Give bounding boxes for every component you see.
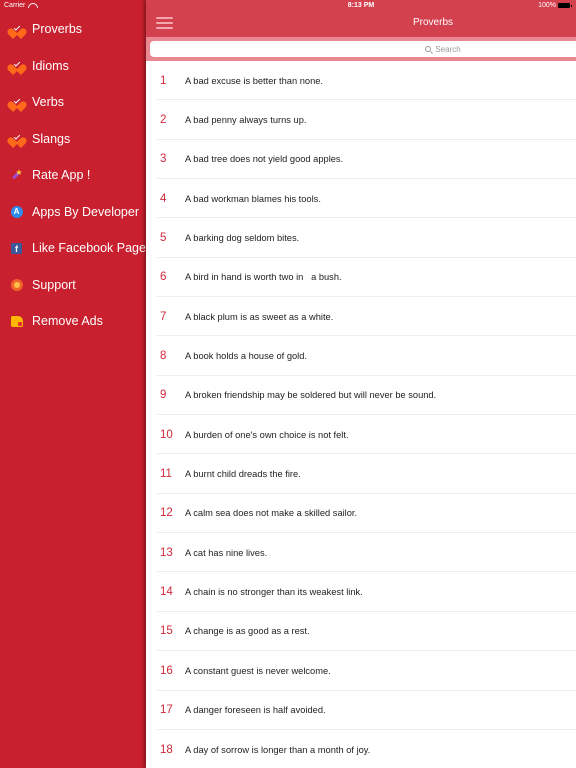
proverb-number: 8 xyxy=(160,350,167,363)
search-bar: Search xyxy=(146,37,576,61)
proverb-number: 15 xyxy=(160,625,173,638)
search-input[interactable]: Search xyxy=(150,41,576,57)
battery-icon xyxy=(558,3,572,8)
proverb-number: 18 xyxy=(160,743,173,756)
remove-ads-icon xyxy=(10,315,23,328)
sidebar-item-remove-ads[interactable]: Remove Ads xyxy=(0,303,146,340)
list-item[interactable]: 13 A cat has nine lives. xyxy=(146,533,576,573)
list-item[interactable]: 3 A bad tree does not yield good apples. xyxy=(146,140,576,180)
proverb-text: A change is as good as a rest. xyxy=(185,626,310,637)
battery-percent: 100% xyxy=(538,2,556,9)
sidebar-item-label: Rate App ! xyxy=(32,168,91,183)
app-store-icon: A xyxy=(10,205,23,218)
sidebar-item-label: Verbs xyxy=(32,95,64,110)
carrier-label: Carrier xyxy=(4,2,26,9)
sidebar-item-label: Support xyxy=(32,277,76,292)
sidebar-item-label: Like Facebook Page xyxy=(32,241,146,256)
sidebar: Carrier Proverbs Idioms Verbs Slangs ★ R… xyxy=(0,0,146,768)
proverb-number: 3 xyxy=(160,153,167,166)
proverb-text: A barking dog seldom bites. xyxy=(185,233,300,244)
main-panel: 8:13 PM 100% Proverbs Search 1 A bad excu… xyxy=(146,0,576,768)
list-item[interactable]: 4 A bad workman blames his tools. xyxy=(146,179,576,219)
proverb-list: 1 A bad excuse is better than none. 2 A bad… xyxy=(146,61,576,768)
navigation-bar: 8:13 PM 100% Proverbs xyxy=(146,0,576,37)
proverb-text: A bad penny always turns up. xyxy=(185,115,307,126)
heart-check-icon xyxy=(10,96,23,109)
list-item[interactable]: 12 A calm sea does not make a skilled sai… xyxy=(146,494,576,534)
proverb-text: A bird in hand is worth two in a bush. xyxy=(185,272,342,283)
list-item[interactable]: 2 A bad penny always turns up. xyxy=(146,100,576,141)
sidebar-item-like-facebook[interactable]: f Like Facebook Page xyxy=(0,230,146,267)
status-time: 8:13 PM xyxy=(347,2,375,9)
list-item[interactable]: 10 A burden of one's own choice is not fe… xyxy=(146,415,576,455)
list-item[interactable]: 11 A burnt child dreads the fire. xyxy=(146,454,576,495)
proverb-number: 6 xyxy=(160,271,167,284)
search-icon xyxy=(425,46,432,52)
proverb-text: A black plum is as sweet as a white. xyxy=(185,311,334,322)
sidebar-item-proverbs[interactable]: Proverbs xyxy=(0,11,146,48)
sidebar-item-slangs[interactable]: Slangs xyxy=(0,121,146,158)
sidebar-item-label: Apps By Developer xyxy=(32,204,140,219)
list-item[interactable]: 6 A bird in hand is worth two in a bush. xyxy=(146,258,576,298)
sidebar-item-support[interactable]: Support xyxy=(0,267,146,304)
facebook-icon: f xyxy=(10,242,23,255)
sidebar-item-apps-by-developer[interactable]: A Apps By Developer xyxy=(0,194,146,231)
proverb-text: A day of sorrow is longer than a month o… xyxy=(185,744,371,755)
list-item[interactable]: 9 A broken friendship may be soldered but… xyxy=(146,376,576,416)
sidebar-item-label: Remove Ads xyxy=(32,314,103,329)
proverb-number: 5 xyxy=(160,232,167,245)
heart-check-icon xyxy=(10,132,23,145)
sidebar-item-label: Proverbs xyxy=(32,22,83,37)
list-item[interactable]: 8 A book holds a house of gold. xyxy=(146,336,576,377)
proverb-number: 16 xyxy=(160,664,173,677)
proverb-number: 17 xyxy=(160,704,173,717)
sidebar-menu: Proverbs Idioms Verbs Slangs ★ Rate App … xyxy=(0,11,146,340)
heart-check-icon xyxy=(10,59,23,72)
list-item[interactable]: 16 A constant guest is never welcome. xyxy=(146,651,576,691)
wifi-icon xyxy=(28,3,36,9)
list-item[interactable]: 14 A chain is no stronger than its weakes… xyxy=(146,572,576,613)
proverb-number: 11 xyxy=(160,468,172,481)
list-item[interactable]: 5 A barking dog seldom bites. xyxy=(146,218,576,259)
proverb-text: A book holds a house of gold. xyxy=(185,351,307,362)
sidebar-item-verbs[interactable]: Verbs xyxy=(0,84,146,121)
proverb-number: 12 xyxy=(160,507,173,520)
sidebar-item-rate-app[interactable]: ★ Rate App ! xyxy=(0,157,146,194)
proverb-text: A broken friendship may be soldered but … xyxy=(185,390,437,401)
page-title: Proverbs xyxy=(412,17,453,28)
status-bar-left: Carrier xyxy=(4,2,36,9)
proverb-number: 4 xyxy=(160,192,167,205)
proverb-text: A burnt child dreads the fire. xyxy=(185,469,301,480)
proverb-number: 10 xyxy=(160,428,173,441)
status-battery: 100% xyxy=(538,2,572,9)
list-item[interactable]: 18 A day of sorrow is longer than a month… xyxy=(146,730,576,768)
proverb-number: 13 xyxy=(160,546,173,559)
proverb-text: A chain is no stronger than its weakest … xyxy=(185,587,363,598)
proverb-number: 7 xyxy=(160,310,167,323)
proverb-text: A cat has nine lives. xyxy=(185,547,268,558)
sidebar-item-idioms[interactable]: Idioms xyxy=(0,48,146,85)
proverb-number: 1 xyxy=(160,74,167,87)
search-placeholder: Search xyxy=(435,44,461,54)
heart-check-icon xyxy=(10,23,23,36)
proverb-text: A bad excuse is better than none. xyxy=(185,75,324,86)
proverb-text: A bad workman blames his tools. xyxy=(185,193,321,204)
proverb-number: 9 xyxy=(160,389,167,402)
proverb-text: A bad tree does not yield good apples. xyxy=(185,154,344,165)
proverb-text: A constant guest is never welcome. xyxy=(185,665,331,676)
proverb-text: A calm sea does not make a skilled sailo… xyxy=(185,508,358,519)
list-item[interactable]: 1 A bad excuse is better than none. xyxy=(146,61,576,101)
shooting-star-icon: ★ xyxy=(10,169,23,182)
proverb-number: 14 xyxy=(160,586,173,599)
list-item[interactable]: 7 A black plum is as sweet as a white. xyxy=(146,297,576,337)
list-item[interactable]: 17 A danger foreseen is half avoided. xyxy=(146,691,576,731)
support-headset-icon xyxy=(10,278,23,291)
sidebar-item-label: Idioms xyxy=(32,58,69,73)
sidebar-item-label: Slangs xyxy=(32,131,71,146)
proverb-text: A danger foreseen is half avoided. xyxy=(185,705,326,716)
proverb-number: 2 xyxy=(160,114,167,127)
list-item[interactable]: 15 A change is as good as a rest. xyxy=(146,612,576,652)
proverb-text: A burden of one's own choice is not felt… xyxy=(185,429,349,440)
